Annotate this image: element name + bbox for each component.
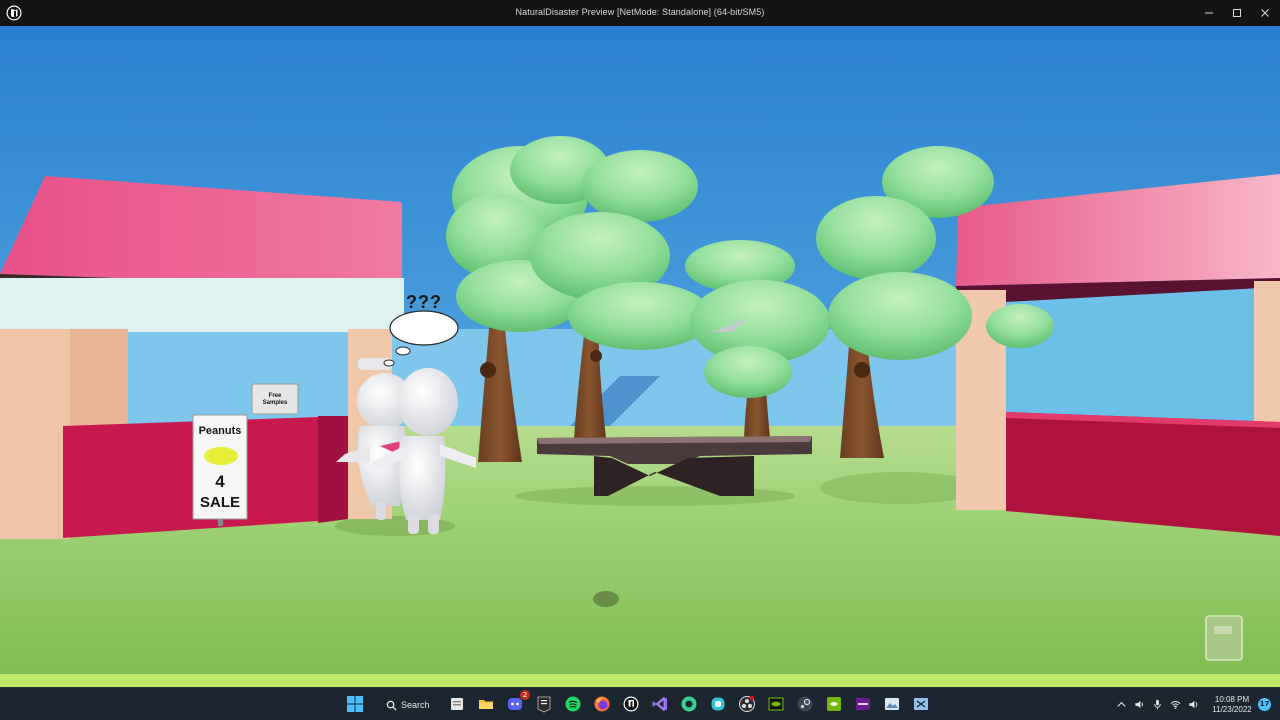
taskbar-app-spotify[interactable] xyxy=(561,692,585,716)
taskbar-app-snipping-tool[interactable] xyxy=(909,692,933,716)
system-tray xyxy=(1112,688,1202,720)
start-icon xyxy=(347,696,363,712)
taskbar-app-nvidia[interactable] xyxy=(764,692,788,716)
taskbar-app-green[interactable] xyxy=(677,692,701,716)
minimize-button[interactable] xyxy=(1194,0,1224,26)
thought-bubble-text: ??? xyxy=(406,292,442,312)
taskbar-app-discord[interactable]: 2 xyxy=(503,690,530,716)
inventory-widget xyxy=(1205,615,1243,661)
search-icon xyxy=(386,700,397,711)
game-viewport[interactable]: ??? Free Samples Peanuts 4 SALE xyxy=(0,26,1280,687)
taskbar-app-geforce[interactable] xyxy=(822,692,846,716)
taskbar-app-photos[interactable] xyxy=(880,692,904,716)
unreal-engine-icon xyxy=(623,696,639,712)
next-app-icon xyxy=(856,698,870,710)
folder-icon xyxy=(479,700,493,709)
right-market-stand xyxy=(956,174,1280,536)
photos-icon xyxy=(885,698,899,710)
spotify-icon xyxy=(565,696,581,712)
search-label: Search xyxy=(401,700,430,710)
chevron-up-icon xyxy=(1116,701,1126,707)
snipping-tool-icon xyxy=(914,698,928,710)
notification-badge[interactable]: 17 xyxy=(1258,698,1271,711)
sale-sign-line3: SALE xyxy=(199,494,240,511)
taskbar-app-folder[interactable] xyxy=(474,692,498,716)
window-titlebar[interactable]: NaturalDisaster Preview [NetMode: Standa… xyxy=(0,0,1280,26)
steam-icon xyxy=(797,696,813,712)
speaker-icon xyxy=(1134,700,1143,709)
clock-time: 10:08 PM xyxy=(1214,695,1250,704)
taskbar-app-visual-studio[interactable] xyxy=(648,692,672,716)
close-icon xyxy=(1261,9,1269,17)
maximize-icon xyxy=(1233,9,1241,17)
maximize-button[interactable] xyxy=(1222,0,1252,26)
taskbar-app-unreal-engine[interactable] xyxy=(619,692,643,716)
discord-badge: 2 xyxy=(520,690,530,700)
taskbar-search-button[interactable]: Search xyxy=(378,694,438,716)
taskbar-app-file-explorer[interactable] xyxy=(445,692,469,716)
peanut-icon xyxy=(204,447,238,465)
epic-games-icon xyxy=(537,696,551,713)
window-title: NaturalDisaster Preview [NetMode: Standa… xyxy=(515,7,765,17)
obs-icon xyxy=(739,695,755,712)
taskbar-app-epic-games[interactable] xyxy=(532,692,556,716)
sale-sign-line2: 4 xyxy=(215,472,225,491)
taskbar-app-next[interactable] xyxy=(851,692,875,716)
free-samples-line1: Free xyxy=(268,393,282,399)
visual-studio-icon xyxy=(652,697,667,711)
sale-sign-line1: Peanuts xyxy=(198,425,242,437)
volume-icon xyxy=(1188,700,1197,709)
clock-date: 11/23/2022 xyxy=(1212,705,1252,714)
app-teal-icon xyxy=(711,697,725,711)
minimize-icon xyxy=(1205,12,1213,14)
taskbar-app-steam[interactable] xyxy=(793,692,817,716)
tray-wifi[interactable] xyxy=(1166,688,1184,720)
free-samples-sign-text: Free Samples xyxy=(252,393,298,407)
nvidia-icon xyxy=(768,697,784,711)
game-scene xyxy=(0,26,1280,687)
tray-volume-mixer[interactable] xyxy=(1130,688,1148,720)
wifi-icon xyxy=(1170,701,1180,709)
geforce-icon xyxy=(827,697,841,711)
close-button[interactable] xyxy=(1250,0,1280,26)
firefox-icon xyxy=(594,696,610,712)
app-green-icon xyxy=(681,696,697,712)
taskbar-clock[interactable]: 10:08 PM 11/23/2022 xyxy=(1206,695,1258,715)
start-button[interactable] xyxy=(343,692,367,716)
tray-volume[interactable] xyxy=(1184,688,1202,720)
taskbar-app-firefox[interactable] xyxy=(590,692,614,716)
file-explorer-icon xyxy=(451,698,463,710)
tray-microphone[interactable] xyxy=(1148,688,1166,720)
tray-overflow-button[interactable] xyxy=(1112,688,1130,720)
windows-taskbar: Search 2 10:08 PM 11/23/2022 17 xyxy=(0,687,1280,720)
taskbar-app-teal[interactable] xyxy=(706,692,730,716)
free-samples-line2: Samples xyxy=(262,400,288,406)
microphone-icon xyxy=(1153,699,1161,710)
taskbar-app-obs[interactable] xyxy=(735,692,759,716)
